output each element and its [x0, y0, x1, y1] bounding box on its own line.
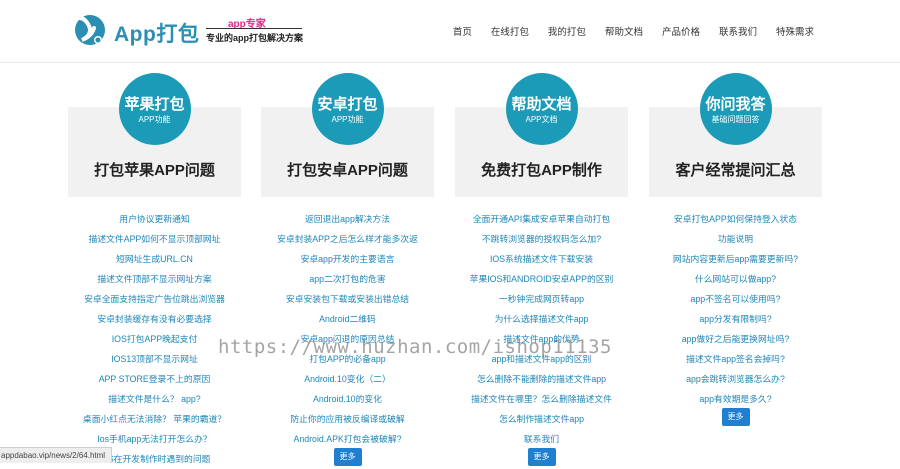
list-item[interactable]: 一秒钟完成网页转app — [455, 289, 628, 309]
badge-title: 帮助文档 — [511, 96, 572, 113]
list-item[interactable]: IOS打包APP晚起支付 — [68, 329, 241, 349]
card-badge: 安卓打包 APP功能 — [311, 73, 384, 145]
list-item[interactable]: 怎么制作描述文件app — [455, 409, 628, 429]
card-faq: 你问我答 基础问题回答 客户经常提问汇总 安卓打包APP如何保持登入状态 功能说… — [649, 73, 822, 462]
list-item[interactable]: 安卓app开发的主要语言 — [261, 249, 434, 269]
nav-help-docs[interactable]: 帮助文档 — [605, 24, 643, 38]
list-item[interactable]: 不跳转浏览器的授权码怎么加? — [455, 229, 628, 249]
list-item[interactable]: 什么网站可以做app? — [649, 269, 822, 289]
list-item[interactable]: Android.APK打包会被破解? — [261, 429, 434, 449]
list-item[interactable]: app做好之后能更换网址吗? — [649, 329, 822, 349]
list-item[interactable]: 安卓打包APP如何保持登入状态 — [649, 209, 822, 229]
list-item[interactable]: IOS13顶部不显示网址 — [68, 349, 241, 369]
more-button[interactable]: 更多 — [333, 448, 362, 466]
list-item[interactable]: 功能说明 — [649, 229, 822, 249]
list-item[interactable]: app二次打包的危害 — [261, 269, 434, 289]
status-bar-url: appdabao.vip/news/2/64.html — [0, 447, 113, 463]
list-item[interactable]: 安卓全面支持指定广告位跳出浏览器 — [68, 289, 241, 309]
card-title: 免费打包APP制作 — [481, 162, 602, 179]
site-header: App打包 app专家 专业的app打包解决方案 首页 在线打包 我的打包 帮助… — [0, 0, 900, 63]
brand-name[interactable]: App打包 — [114, 18, 199, 48]
list-item[interactable]: 描述文件APP如何不显示顶部网址 — [68, 229, 241, 249]
list-item[interactable]: 联系我们 — [455, 429, 628, 449]
card-title: 客户经常提问汇总 — [675, 162, 796, 179]
list-item[interactable]: 为什么选择描述文件app — [455, 309, 628, 329]
list-item[interactable]: app有效期是多久? — [649, 389, 822, 409]
main-nav: 首页 在线打包 我的打包 帮助文档 产品价格 联系我们 特殊需求 — [434, 24, 814, 38]
card-badge: 苹果打包 APP功能 — [118, 73, 191, 145]
list-item[interactable]: Android.10变化（二） — [261, 369, 434, 389]
card-badge: 你问我答 基础问题回答 — [699, 73, 772, 145]
card-help-docs: 帮助文档 APP文档 免费打包APP制作 全面开通API集成安卓苹果自动打包 不… — [455, 73, 628, 466]
article-list: 用户协议更新通知 描述文件APP如何不显示顶部网址 短网址生成URL.CN 描述… — [68, 209, 241, 469]
list-item[interactable]: Android二维码 — [261, 309, 434, 329]
article-list: 全面开通API集成安卓苹果自动打包 不跳转浏览器的授权码怎么加? IOS系统描述… — [455, 209, 628, 449]
more-button[interactable]: 更多 — [721, 408, 750, 426]
list-item[interactable]: 安卓安装包下载或安装出错总结 — [261, 289, 434, 309]
nav-my-pack[interactable]: 我的打包 — [548, 24, 586, 38]
list-item[interactable]: app会跳转浏览器怎么办? — [649, 369, 822, 389]
article-list: 安卓打包APP如何保持登入状态 功能说明 网站内容更新后app需要更新吗? 什么… — [649, 209, 822, 409]
list-item[interactable]: 安卓封装APP之后怎么样才能多次返 — [261, 229, 434, 249]
tagline-bottom: 专业的app打包解决方案 — [206, 33, 304, 43]
list-item[interactable]: 描述文件是什么？ app? — [68, 389, 241, 409]
badge-title: 安卓打包 — [317, 96, 378, 113]
badge-title: 苹果打包 — [124, 96, 185, 113]
article-list: 返回退出app解决方法 安卓封装APP之后怎么样才能多次返 安卓app开发的主要… — [261, 209, 434, 449]
list-item[interactable]: Ios手机app无法打开怎么办？ — [68, 429, 241, 449]
list-item[interactable]: 安卓封装缓存有没有必要选择 — [68, 309, 241, 329]
list-item[interactable]: 描述文件app签名会掉吗? — [649, 349, 822, 369]
tagline-divider — [206, 28, 302, 29]
list-item[interactable]: 用户协议更新通知 — [68, 209, 241, 229]
list-item[interactable]: 网站内容更新后app需要更新吗? — [649, 249, 822, 269]
badge-subtitle: APP文档 — [525, 115, 558, 124]
badge-subtitle: APP功能 — [138, 115, 171, 124]
badge-subtitle: 基础问题回答 — [711, 115, 760, 124]
card-badge: 帮助文档 APP文档 — [505, 73, 578, 145]
list-item[interactable]: APP STORE登录不上的原因 — [68, 369, 241, 389]
list-item[interactable]: app不签名可以使用吗? — [649, 289, 822, 309]
list-item[interactable]: 短网址生成URL.CN — [68, 249, 241, 269]
list-item[interactable]: app分发有限制吗? — [649, 309, 822, 329]
list-item[interactable]: 返回退出app解决方法 — [261, 209, 434, 229]
card-ios-pack: 苹果打包 APP功能 打包苹果APP问题 用户协议更新通知 描述文件APP如何不… — [68, 73, 241, 464]
list-item[interactable]: 怎么删除不能删除的描述文件app — [455, 369, 628, 389]
badge-subtitle: APP功能 — [331, 115, 364, 124]
watermark-text: https://www.huzhan.com/ishop11135 — [218, 336, 612, 358]
list-item[interactable]: 桌面小红点无法消除？ 苹果的霸道？ — [68, 409, 241, 429]
list-item[interactable]: 防止你的应用被反编译或破解 — [261, 409, 434, 429]
nav-pricing[interactable]: 产品价格 — [662, 24, 700, 38]
card-android-pack: 安卓打包 APP功能 打包安卓APP问题 返回退出app解决方法 安卓封装APP… — [261, 73, 434, 466]
list-item[interactable]: 描述文件在哪里？怎么删除描述文件 — [455, 389, 628, 409]
nav-online-pack[interactable]: 在线打包 — [491, 24, 529, 38]
nav-special-needs[interactable]: 特殊需求 — [776, 24, 814, 38]
list-item[interactable]: Android.10的变化 — [261, 389, 434, 409]
nav-contact[interactable]: 联系我们 — [719, 24, 757, 38]
list-item[interactable]: IOS系统描述文件下载安装 — [455, 249, 628, 269]
nav-home[interactable]: 首页 — [453, 24, 472, 38]
card-title: 打包苹果APP问题 — [94, 162, 215, 179]
list-item[interactable]: 全面开通API集成安卓苹果自动打包 — [455, 209, 628, 229]
app-logo-icon[interactable] — [68, 10, 108, 50]
badge-title: 你问我答 — [705, 96, 766, 113]
more-button[interactable]: 更多 — [527, 448, 556, 466]
card-title: 打包安卓APP问题 — [287, 162, 408, 179]
list-item[interactable]: 描述文件顶部不显示网址方案 — [68, 269, 241, 289]
list-item[interactable]: 苹果IOS和ANDROID安卓APP的区别 — [455, 269, 628, 289]
